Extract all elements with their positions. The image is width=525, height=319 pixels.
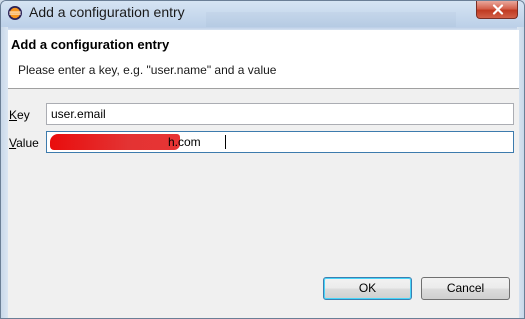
eclipse-icon — [7, 5, 23, 21]
value-label-rest: alue — [16, 136, 39, 150]
background-window-tabs — [206, 12, 456, 27]
dialog-header: Add a configuration entry Please enter a… — [8, 30, 519, 89]
value-field-visible-text: h.com — [168, 135, 201, 149]
key-field-value: user.email — [51, 107, 106, 121]
key-label: Key — [9, 108, 30, 122]
text-caret — [225, 135, 226, 149]
key-field[interactable]: user.email — [46, 103, 514, 125]
key-label-mnemonic: K — [9, 108, 18, 122]
window-left-border — [1, 27, 8, 318]
cancel-button-label: Cancel — [446, 281, 485, 295]
dialog-body: Key user.email Value h.com OK Cancel — [8, 89, 519, 318]
key-label-rest: ey — [17, 108, 30, 122]
cancel-button[interactable]: Cancel — [421, 277, 510, 300]
redaction-mark — [50, 134, 180, 150]
ok-button-label: OK — [358, 281, 377, 295]
close-button[interactable] — [476, 1, 518, 19]
dialog-message: Please enter a key, e.g. "user.name" and… — [18, 63, 277, 77]
title-bar[interactable]: Add a configuration entry — [1, 1, 524, 27]
value-label: Value — [9, 136, 39, 150]
window-title: Add a configuration entry — [29, 4, 185, 20]
dialog-window: Add a configuration entry Add a configur… — [0, 0, 525, 319]
dialog-title: Add a configuration entry — [11, 37, 170, 52]
value-field[interactable]: h.com — [46, 131, 514, 153]
ok-button[interactable]: OK — [323, 277, 412, 300]
